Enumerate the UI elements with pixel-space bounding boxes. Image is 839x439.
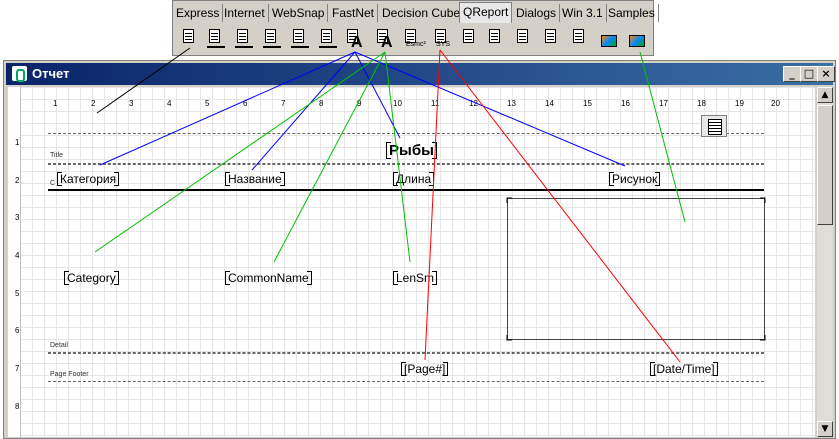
annotation-line-sysdata-page (424, 49, 441, 361)
annotation-line-label-category (99, 51, 356, 166)
annotation-line-dbtext-category (94, 51, 386, 253)
annotation-line-label-picture (354, 51, 626, 167)
annotation-lines (94, 47, 766, 363)
annotation-line-sysdata-datetime (439, 49, 681, 363)
annotation-line-label-name (251, 51, 356, 171)
annotation-line-dbtext-lensm (384, 51, 411, 263)
annotation-line-dbtext-commonname (273, 51, 386, 263)
annotation-line-dbimage (639, 51, 686, 223)
image-box-corners (506, 197, 766, 341)
annotation-line-quickrep (96, 47, 191, 114)
